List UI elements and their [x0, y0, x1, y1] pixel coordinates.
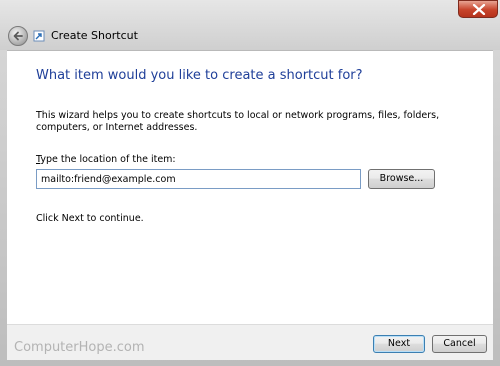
title-bar: Create Shortcut [0, 0, 500, 50]
wizard-description: This wizard helps you to create shortcut… [36, 110, 440, 133]
create-shortcut-window: Create Shortcut What item would you like… [0, 0, 500, 366]
next-button[interactable]: Next [373, 335, 425, 353]
location-label: Type the location of the item: [36, 154, 176, 165]
back-arrow-icon [13, 31, 23, 41]
back-button[interactable] [8, 26, 28, 46]
cancel-button[interactable]: Cancel [432, 335, 487, 353]
close-icon [472, 4, 486, 15]
window-title: Create Shortcut [51, 29, 138, 42]
location-label-text: ype the location of the item: [40, 154, 176, 165]
location-input[interactable] [36, 169, 361, 189]
wizard-content: What item would you like to create a sho… [7, 50, 493, 324]
close-button[interactable] [458, 0, 498, 18]
shortcut-icon [33, 30, 45, 42]
watermark: ComputerHope.com [14, 340, 145, 355]
browse-button[interactable]: Browse... [368, 169, 435, 189]
wizard-heading: What item would you like to create a sho… [36, 68, 363, 83]
continue-hint: Click Next to continue. [36, 213, 144, 224]
